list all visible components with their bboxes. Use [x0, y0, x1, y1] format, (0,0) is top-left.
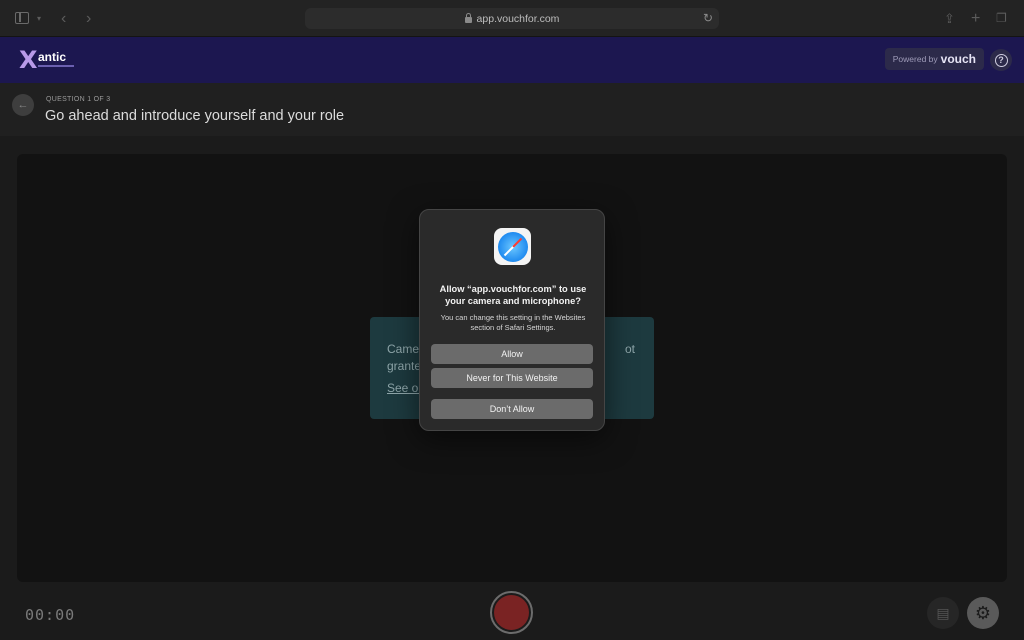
settings-button[interactable]: ⚙	[967, 597, 999, 629]
vouch-brand: vouch	[940, 52, 976, 66]
permission-dialog: Allow “app.vouchfor.com” to use your cam…	[419, 209, 605, 431]
address-bar[interactable]: app.vouchfor.com ↻	[305, 8, 719, 29]
logo-mark-icon: X	[19, 46, 38, 74]
question-header: ← QUESTION 1 OF 3 Go ahead and introduce…	[0, 83, 1024, 136]
url-text: app.vouchfor.com	[476, 12, 560, 25]
notes-button[interactable]: ▤	[927, 597, 959, 629]
forward-arrow-icon[interactable]: ›	[86, 0, 91, 37]
notice-text-line1: Camer	[387, 342, 424, 356]
record-button[interactable]	[490, 591, 533, 634]
dont-allow-button[interactable]: Don’t Allow	[431, 399, 593, 419]
question-mark-icon: ?	[994, 53, 1008, 67]
lock-icon	[464, 12, 472, 23]
chevron-down-icon[interactable]: ▾	[37, 0, 41, 37]
gear-icon: ⚙	[974, 602, 992, 623]
back-arrow-icon[interactable]: ‹	[61, 0, 66, 37]
share-icon[interactable]: ⇪	[944, 0, 955, 37]
tab-overview-icon[interactable]: ❐	[996, 0, 1007, 37]
notes-icon: ▤	[936, 604, 950, 621]
brand-logo: X antic	[19, 47, 79, 73]
browser-toolbar: ▾ ‹ › app.vouchfor.com ↻ ⇪ + ❐	[0, 0, 1024, 37]
arrow-left-icon: ←	[17, 99, 29, 111]
question-counter: QUESTION 1 OF 3	[46, 96, 111, 103]
powered-by-badge[interactable]: Powered by vouch	[884, 48, 984, 70]
safari-icon	[494, 228, 531, 265]
app-header: X antic Powered by vouch ?	[0, 37, 1024, 83]
recording-timer: 00:00	[25, 606, 76, 624]
new-tab-icon[interactable]: +	[971, 0, 980, 37]
powered-label: Powered by	[892, 54, 938, 64]
question-title: Go ahead and introduce yourself and your…	[45, 108, 345, 124]
logo-text: antic	[38, 50, 67, 64]
notice-text-line1-end: ot	[625, 342, 636, 356]
record-dot-icon	[494, 595, 529, 630]
dialog-body: You can change this setting in the Websi…	[440, 313, 586, 332]
never-allow-button[interactable]: Never for This Website	[431, 368, 593, 388]
dialog-title: Allow “app.vouchfor.com” to use your cam…	[439, 284, 587, 306]
allow-button[interactable]: Allow	[431, 344, 593, 364]
notice-text-line2: grante	[387, 359, 422, 373]
back-button[interactable]: ←	[12, 94, 34, 116]
sidebar-toggle-icon[interactable]	[15, 12, 29, 24]
help-button[interactable]: ?	[990, 49, 1012, 71]
reload-icon[interactable]: ↻	[703, 11, 713, 25]
logo-underline	[38, 65, 74, 67]
